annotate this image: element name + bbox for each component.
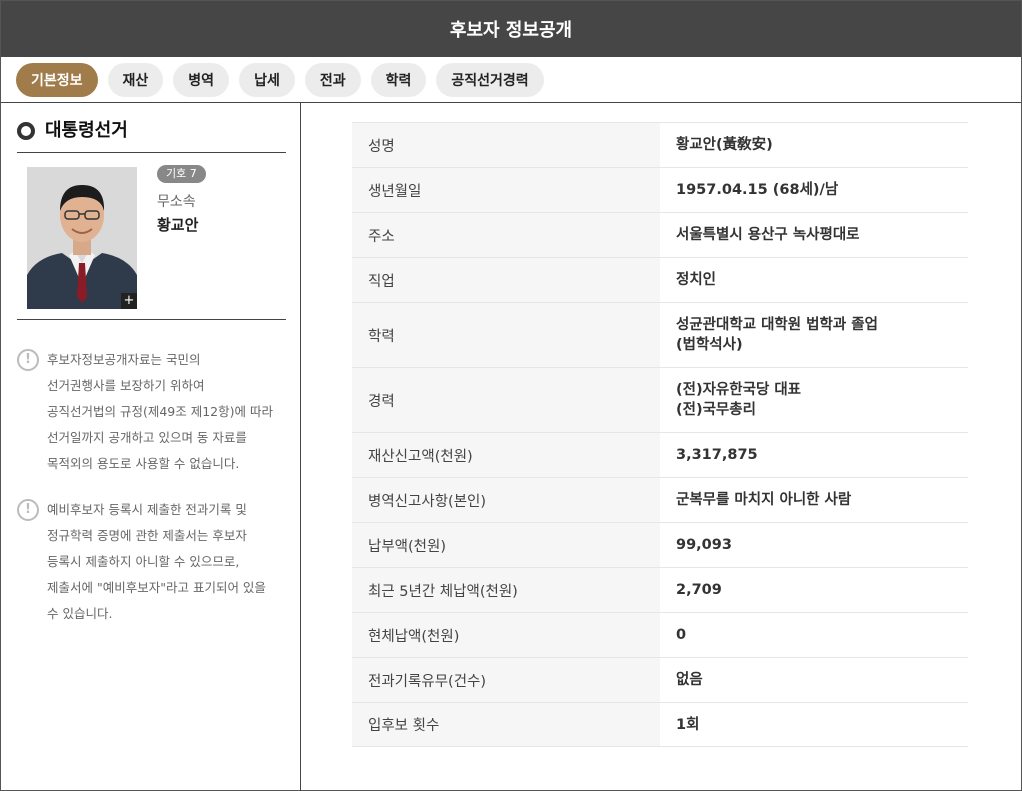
row-value: 없음 — [676, 672, 703, 688]
row-value: 군복무를 마치지 아니한 사람 — [676, 492, 852, 508]
row-label: 생년월일 — [352, 168, 660, 212]
tab-education[interactable]: 학력 — [370, 62, 427, 97]
table-row: 병역신고사항(본인) 군복무를 마치지 아니한 사람 — [352, 477, 968, 522]
sidebar: 대통령선거 + 기호 7 무소속 황교안 ! 후보자정보공개자료는 국민의 선거… — [1, 103, 301, 791]
table-row: 생년월일 1957.04.15 (68세)/남 — [352, 167, 968, 212]
row-value: 2,709 — [676, 582, 722, 598]
row-label: 입후보 횟수 — [352, 703, 660, 746]
table-row: 최근 5년간 체납액(천원) 2,709 — [352, 567, 968, 612]
table-row: 현체납액(천원) 0 — [352, 612, 968, 657]
tab-military[interactable]: 병역 — [173, 62, 230, 97]
election-section-title: 대통령선거 — [17, 121, 286, 153]
table-row: 주소 서울특별시 용산구 녹사평대로 — [352, 212, 968, 257]
notice-disclosure: ! 후보자정보공개자료는 국민의 선거권행사를 보장하기 위하여 공직선거법의 … — [17, 349, 292, 477]
tab-bar: 기본정보 재산 병역 납세 전과 학력 공직선거경력 — [1, 57, 1021, 103]
tab-assets[interactable]: 재산 — [107, 62, 164, 97]
row-label: 성명 — [352, 123, 660, 167]
row-value: (전)자유한국당 대표 (전)국무총리 — [676, 382, 802, 418]
row-label: 전과기록유무(건수) — [352, 658, 660, 702]
row-label: 병역신고사항(본인) — [352, 478, 660, 522]
candidate-info-table: 성명 황교안(黃敎安) 생년월일 1957.04.15 (68세)/남 주소 서… — [352, 122, 968, 747]
portrait-illustration — [27, 167, 137, 309]
row-label: 주소 — [352, 213, 660, 257]
row-label: 재산신고액(천원) — [352, 433, 660, 477]
candidate-party: 무소속 — [157, 194, 196, 210]
notice-text: 후보자정보공개자료는 국민의 선거권행사를 보장하기 위하여 공직선거법의 규정… — [47, 352, 273, 471]
row-value: 정치인 — [676, 272, 717, 288]
table-row: 납부액(천원) 99,093 — [352, 522, 968, 567]
row-value: 3,317,875 — [676, 447, 758, 463]
row-value: 0 — [676, 627, 687, 643]
table-row: 성명 황교안(黃敎安) — [352, 122, 968, 167]
row-label: 최근 5년간 체납액(천원) — [352, 568, 660, 612]
candidate-info-window: 후보자 정보공개 기본정보 재산 병역 납세 전과 학력 공직선거경력 대통령선… — [0, 0, 1022, 791]
notice-text: 예비후보자 등록시 제출한 전과기록 및 정규학력 증명에 관한 제출서는 후보… — [47, 502, 266, 621]
row-label: 직업 — [352, 258, 660, 302]
candidate-photo[interactable]: + — [27, 167, 137, 309]
ballot-number-badge: 기호 7 — [157, 165, 206, 183]
row-label: 현체납액(천원) — [352, 613, 660, 657]
row-label: 경력 — [352, 368, 660, 432]
enlarge-photo-button[interactable]: + — [121, 293, 137, 309]
table-row: 전과기록유무(건수) 없음 — [352, 657, 968, 702]
row-label: 학력 — [352, 303, 660, 367]
row-value: 성균관대학교 대학원 법학과 졸업 (법학석사) — [676, 317, 878, 353]
row-value: 서울특별시 용산구 녹사평대로 — [676, 227, 860, 243]
tab-criminal-record[interactable]: 전과 — [304, 62, 361, 97]
table-row: 경력 (전)자유한국당 대표 (전)국무총리 — [352, 367, 968, 432]
table-row: 재산신고액(천원) 3,317,875 — [352, 432, 968, 477]
exclamation-icon: ! — [17, 499, 39, 521]
table-row: 직업 정치인 — [352, 257, 968, 302]
table-row: 입후보 횟수 1회 — [352, 702, 968, 747]
page-title: 후보자 정보공개 — [449, 20, 573, 41]
exclamation-icon: ! — [17, 349, 39, 371]
notice-preliminary: ! 예비후보자 등록시 제출한 전과기록 및 정규학력 증명에 관한 제출서는 … — [17, 499, 292, 627]
row-label: 납부액(천원) — [352, 523, 660, 567]
tab-public-office-career[interactable]: 공직선거경력 — [436, 62, 544, 97]
row-value: 1회 — [676, 716, 700, 733]
table-row: 학력 성균관대학교 대학원 법학과 졸업 (법학석사) — [352, 302, 968, 367]
tab-tax[interactable]: 납세 — [239, 62, 295, 97]
election-name: 대통령선거 — [45, 120, 128, 141]
row-value: 황교안(黃敎安) — [676, 137, 773, 153]
page-header: 후보자 정보공개 — [1, 1, 1021, 57]
circle-icon — [17, 122, 35, 140]
candidate-card: + 기호 7 무소속 황교안 — [17, 153, 286, 320]
candidate-name: 황교안 — [157, 216, 199, 234]
row-value: 99,093 — [676, 537, 732, 553]
row-value: 1957.04.15 (68세)/남 — [676, 182, 839, 198]
tab-basic-info[interactable]: 기본정보 — [16, 62, 98, 97]
